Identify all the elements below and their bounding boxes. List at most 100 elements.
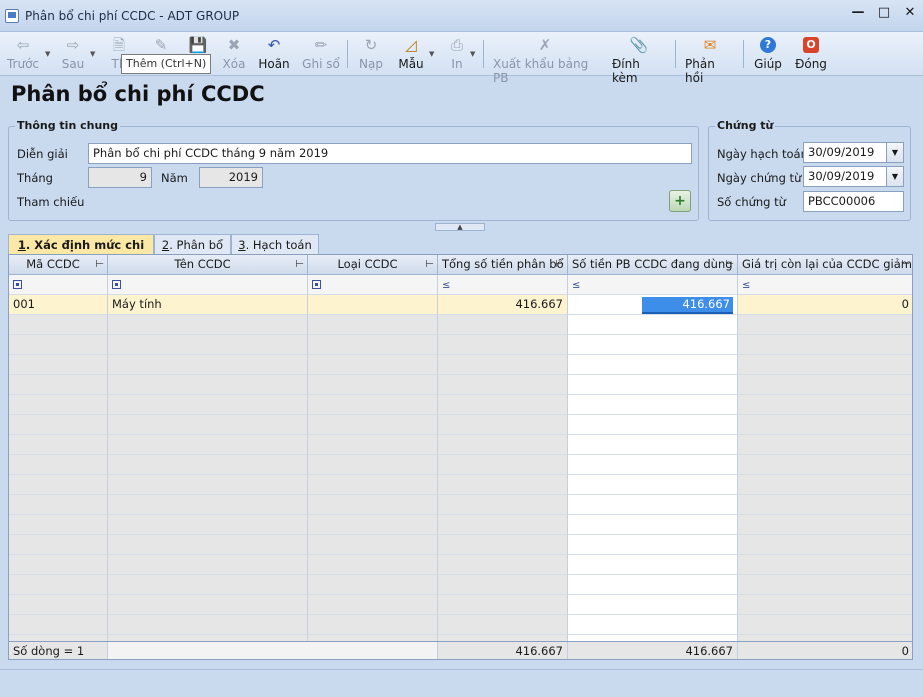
minimize-icon[interactable]: — xyxy=(851,6,865,20)
empty-cell xyxy=(9,475,108,495)
pencil-icon: ✏ xyxy=(314,36,328,54)
empty-cell xyxy=(308,375,438,395)
year-input[interactable]: 2019 xyxy=(199,167,263,188)
footer-empty xyxy=(108,642,438,659)
empty-cell xyxy=(9,615,108,635)
voucher-no-input[interactable]: PBCC00006 xyxy=(803,191,904,212)
attach-button[interactable]: 📎 Đính kèm xyxy=(612,34,666,85)
voucher-date-dropdown-icon[interactable]: ▼ xyxy=(886,167,903,186)
filter-type[interactable] xyxy=(308,275,438,295)
next-dropdown-icon[interactable]: ▼ xyxy=(90,50,95,58)
pin-icon[interactable]: ⊢ xyxy=(725,255,734,274)
filter-in-use[interactable]: ≤ xyxy=(568,275,738,295)
delete-button[interactable]: ✖ Xóa xyxy=(220,34,248,74)
pin-icon[interactable]: ⊢ xyxy=(555,255,564,274)
edit-document-icon: ✎ xyxy=(154,36,168,54)
cell-type[interactable] xyxy=(308,295,438,315)
add-reference-button[interactable]: + xyxy=(669,190,691,212)
pin-icon[interactable]: ⊢ xyxy=(95,255,104,274)
empty-cell xyxy=(438,435,568,455)
empty-cell xyxy=(308,315,438,335)
empty-cell xyxy=(9,535,108,555)
description-input[interactable]: Phân bổ chi phí CCDC tháng 9 năm 2019 xyxy=(88,143,692,164)
empty-cell xyxy=(438,535,568,555)
filter-code[interactable] xyxy=(9,275,108,295)
feedback-button[interactable]: ✉ Phản hồi xyxy=(685,34,735,85)
cell-remaining[interactable]: 0 xyxy=(738,295,912,315)
posting-date-input[interactable]: 30/09/2019 ▼ xyxy=(803,142,904,163)
empty-row xyxy=(9,515,912,535)
empty-cell xyxy=(108,415,308,435)
empty-cell xyxy=(108,455,308,475)
month-input[interactable]: 9 xyxy=(88,167,152,188)
empty-cell xyxy=(108,395,308,415)
empty-cell xyxy=(568,615,738,635)
undo-button[interactable]: ↶ Hoãn xyxy=(256,34,292,74)
empty-cell xyxy=(438,515,568,535)
tab-cost-determination[interactable]: 1. Xác định mức chi phí xyxy=(8,234,154,272)
tab-accounting[interactable]: 3. Hạch toán xyxy=(231,234,319,255)
column-header-name[interactable]: Tên CCDC ⊢ xyxy=(108,255,308,275)
empty-cell xyxy=(308,575,438,595)
template-dropdown-icon[interactable]: ▼ xyxy=(429,50,434,58)
empty-cell xyxy=(568,335,738,355)
empty-cell xyxy=(308,555,438,575)
table-row[interactable]: 001 Máy tính 416.667 416.667 0 xyxy=(9,295,912,315)
pin-icon[interactable]: ⊢ xyxy=(425,255,434,274)
empty-cell xyxy=(9,555,108,575)
close-window-icon[interactable]: ✕ xyxy=(903,6,917,20)
undo-icon: ↶ xyxy=(267,36,281,54)
column-header-total[interactable]: Tổng số tiền phân bổ ⊢ xyxy=(438,255,568,275)
help-button[interactable]: ? Giúp xyxy=(753,34,783,74)
maximize-icon[interactable]: □ xyxy=(877,6,891,20)
posting-date-dropdown-icon[interactable]: ▼ xyxy=(886,143,903,162)
empty-cell xyxy=(108,335,308,355)
collapse-splitter[interactable]: ▲ xyxy=(435,223,485,231)
empty-cell xyxy=(568,415,738,435)
load-button[interactable]: ↻ Nạp xyxy=(356,34,386,74)
post-button[interactable]: ✏ Ghi sổ xyxy=(301,34,341,74)
empty-row xyxy=(9,495,912,515)
empty-cell xyxy=(308,335,438,355)
empty-row xyxy=(9,555,912,575)
empty-row xyxy=(9,615,912,635)
cell-code[interactable]: 001 xyxy=(9,295,108,315)
column-header-remaining[interactable]: Giá trị còn lại của CCDC giảm ⊢ xyxy=(738,255,912,275)
empty-cell xyxy=(568,355,738,375)
next-button[interactable]: ⇨ Sau xyxy=(58,34,88,74)
column-header-in-use[interactable]: Số tiền PB CCDC đang dùng ⊢ xyxy=(568,255,738,275)
empty-cell xyxy=(308,595,438,615)
tab-allocation[interactable]: 2. Phân bổ xyxy=(154,234,231,255)
delete-document-icon: ✖ xyxy=(227,36,241,54)
cell-total[interactable]: 416.667 xyxy=(438,295,568,315)
grid-footer: Số dòng = 1 416.667 416.667 0 xyxy=(9,641,912,659)
empty-cell xyxy=(308,355,438,375)
voucher-date-label: Ngày chứng từ xyxy=(717,171,802,185)
toolbar-separator xyxy=(743,40,744,68)
pin-icon[interactable]: ⊢ xyxy=(295,255,304,274)
close-button[interactable]: O Đóng xyxy=(795,34,827,74)
print-dropdown-icon[interactable]: ▼ xyxy=(470,50,475,58)
empty-cell xyxy=(738,595,912,615)
empty-cell xyxy=(9,395,108,415)
empty-cell xyxy=(308,395,438,415)
empty-cell xyxy=(9,495,108,515)
filter-name[interactable] xyxy=(108,275,308,295)
template-button[interactable]: ◿ Mẫu xyxy=(396,34,426,74)
empty-cell xyxy=(9,435,108,455)
cell-name[interactable]: Máy tính xyxy=(108,295,308,315)
cell-in-use-editing[interactable]: 416.667 xyxy=(568,295,738,315)
filter-remaining[interactable]: ≤ xyxy=(738,275,912,295)
print-button[interactable]: ⎙ In xyxy=(445,34,469,74)
empty-cell xyxy=(108,475,308,495)
pin-icon[interactable]: ⊢ xyxy=(901,255,910,274)
export-allocation-button[interactable]: ✗ Xuất khẩu bảng PB xyxy=(493,34,597,85)
column-header-type[interactable]: Loại CCDC ⊢ xyxy=(308,255,438,275)
paperclip-icon: 📎 xyxy=(629,36,649,54)
prev-button[interactable]: ⇦ Trước xyxy=(6,34,40,74)
column-header-code[interactable]: Mã CCDC ⊢ xyxy=(9,255,108,275)
voucher-date-input[interactable]: 30/09/2019 ▼ xyxy=(803,166,904,187)
filter-total[interactable]: ≤ xyxy=(438,275,568,295)
empty-cell xyxy=(308,615,438,635)
prev-dropdown-icon[interactable]: ▼ xyxy=(45,50,50,58)
